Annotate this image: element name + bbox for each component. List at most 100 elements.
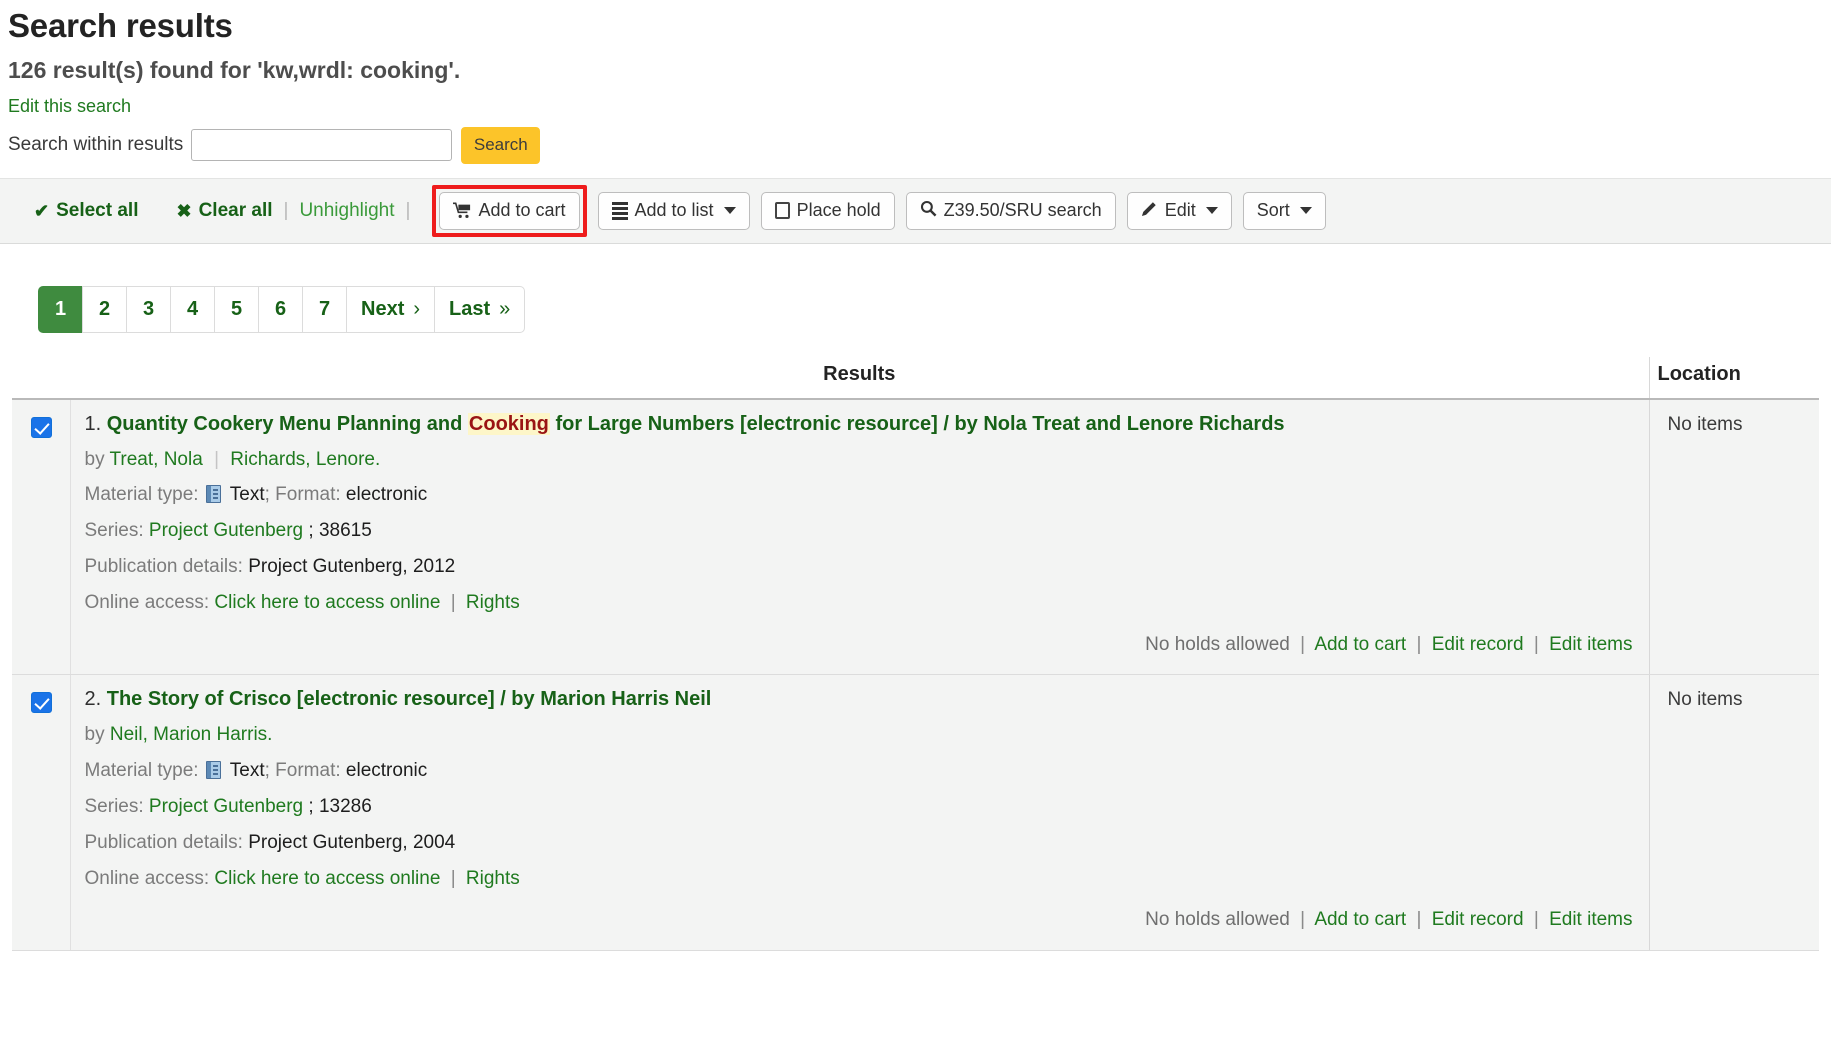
search-button[interactable]: Search [461, 127, 540, 164]
list-icon [612, 202, 628, 220]
results-column-header: Results [70, 357, 1649, 399]
record-material-type-line: Material type: Text; Format: electronic [85, 760, 1635, 783]
record-number: 1. [85, 413, 102, 435]
format-label: ; Format: [265, 760, 341, 781]
record-publication-line: Publication details: Project Gutenberg, … [85, 556, 1635, 579]
access-online-link[interactable]: Click here to access online [214, 592, 440, 613]
page-button-7[interactable]: 7 [302, 286, 346, 333]
row-add-to-cart-link[interactable]: Add to cart [1314, 634, 1406, 655]
record-title-part-before: Quantity Cookery Menu Planning and [107, 413, 468, 435]
edit-button[interactable]: Edit [1127, 192, 1232, 230]
record-title-line: 2. The Story of Crisco [electronic resou… [85, 687, 1635, 712]
record-title-link[interactable]: Quantity Cookery Menu Planning and Cooki… [107, 413, 1285, 435]
record-title-link[interactable]: The Story of Crisco [electronic resource… [107, 688, 712, 710]
row-edit-items-link[interactable]: Edit items [1549, 909, 1632, 930]
checkbox-column-header [12, 357, 70, 399]
record-title-line: 1. Quantity Cookery Menu Planning and Co… [85, 412, 1635, 437]
chevron-down-icon [1300, 207, 1312, 214]
row-checkbox-cell [12, 675, 70, 951]
search-results-page: Search results 126 result(s) found for '… [0, 0, 1831, 1041]
author-link-1[interactable]: Treat, Nola [110, 449, 203, 470]
series-label: Series: [85, 796, 144, 817]
select-all-link[interactable]: ✔ Select all [34, 200, 138, 222]
page-button-5[interactable]: 5 [214, 286, 258, 333]
place-hold-button[interactable]: Place hold [761, 192, 895, 230]
action-separator: | [1529, 909, 1544, 930]
search-within-results-input[interactable] [191, 129, 452, 161]
z3950-sru-search-button[interactable]: Z39.50/SRU search [906, 192, 1116, 230]
page-header: Search results 126 result(s) found for '… [0, 0, 1831, 164]
series-link[interactable]: Project Gutenberg [149, 796, 303, 817]
format-label: ; Format: [265, 484, 341, 505]
shopping-cart-icon [453, 202, 471, 219]
access-online-link[interactable]: Click here to access online [214, 868, 440, 889]
clear-all-link[interactable]: ✖ Clear all [176, 200, 272, 222]
page-button-2[interactable]: 2 [82, 286, 126, 333]
row-edit-record-link[interactable]: Edit record [1432, 909, 1524, 930]
row-checkbox-cell [12, 399, 70, 675]
row-edit-record-link[interactable]: Edit record [1432, 634, 1524, 655]
publication-label: Publication details: [85, 832, 243, 853]
record-actions: No holds allowed | Add to cart | Edit re… [85, 628, 1635, 665]
row-edit-items-link[interactable]: Edit items [1549, 634, 1632, 655]
record-online-access-line: Online access: Click here to access onli… [85, 868, 1635, 891]
record-series-line: Series: Project Gutenberg ; 13286 [85, 796, 1635, 819]
material-type-label: Material type: [85, 484, 199, 505]
material-type-label: Material type: [85, 760, 199, 781]
add-to-cart-highlight-box: Add to cart [432, 185, 586, 237]
action-separator: | [1411, 634, 1426, 655]
link-separator: | [446, 868, 461, 889]
pagination: 1 2 3 4 5 6 7 Next › Last » [38, 286, 1819, 333]
edit-this-search-link[interactable]: Edit this search [8, 96, 131, 117]
publication-value: Project Gutenberg, 2004 [248, 832, 455, 853]
author-link-1[interactable]: Neil, Marion Harris. [110, 724, 273, 745]
series-link[interactable]: Project Gutenberg [149, 520, 303, 541]
rights-link[interactable]: Rights [466, 868, 520, 889]
row-select-checkbox[interactable] [31, 417, 52, 438]
page-button-6[interactable]: 6 [258, 286, 302, 333]
page-button-3[interactable]: 3 [126, 286, 170, 333]
table-row: 1. Quantity Cookery Menu Planning and Co… [12, 399, 1819, 675]
rights-link[interactable]: Rights [466, 592, 520, 613]
search-within-results-row: Search within results Search [8, 127, 1831, 164]
unhighlight-link[interactable]: Unhighlight [299, 200, 394, 222]
record-number: 2. [85, 688, 102, 710]
author-separator: | [208, 449, 225, 470]
results-area: 1 2 3 4 5 6 7 Next › Last » Results Loca… [0, 286, 1831, 952]
z3950-sru-search-label: Z39.50/SRU search [944, 200, 1102, 221]
record-authors-line: by Neil, Marion Harris. [85, 724, 1635, 747]
series-number: ; 13286 [308, 796, 371, 817]
by-label: by [85, 724, 105, 745]
row-add-to-cart-link[interactable]: Add to cart [1314, 909, 1406, 930]
sort-label: Sort [1257, 200, 1290, 221]
record-actions: No holds allowed | Add to cart | Edit re… [85, 903, 1635, 940]
row-select-checkbox[interactable] [31, 692, 52, 713]
link-separator: | [446, 592, 461, 613]
no-holds-allowed-text: No holds allowed [1145, 634, 1290, 655]
author-link-2[interactable]: Richards, Lenore. [230, 449, 380, 470]
add-to-list-button[interactable]: Add to list [598, 192, 750, 230]
add-to-cart-label: Add to cart [478, 200, 565, 221]
series-number: ; 38615 [308, 520, 371, 541]
edit-label: Edit [1165, 200, 1196, 221]
toolbar-divider-2: | [406, 200, 411, 222]
row-content-cell: 1. Quantity Cookery Menu Planning and Co… [70, 399, 1649, 675]
action-separator: | [1411, 909, 1426, 930]
by-label: by [85, 449, 105, 470]
online-access-label: Online access: [85, 592, 210, 613]
cross-icon: ✖ [176, 202, 191, 220]
page-button-1[interactable]: 1 [38, 286, 82, 333]
record-title-part-after: for Large Numbers [electronic resource] … [550, 413, 1285, 435]
record-authors-line: by Treat, Nola | Richards, Lenore. [85, 449, 1635, 472]
book-icon [206, 761, 221, 779]
book-icon [206, 485, 221, 503]
place-hold-label: Place hold [797, 200, 881, 221]
table-row: 2. The Story of Crisco [electronic resou… [12, 675, 1819, 951]
last-page-button[interactable]: Last » [434, 286, 525, 333]
double-chevron-right-icon: » [499, 298, 510, 321]
action-separator: | [1295, 909, 1310, 930]
next-page-button[interactable]: Next › [346, 286, 434, 333]
page-button-4[interactable]: 4 [170, 286, 214, 333]
add-to-cart-button[interactable]: Add to cart [439, 192, 579, 230]
sort-button[interactable]: Sort [1243, 192, 1326, 230]
